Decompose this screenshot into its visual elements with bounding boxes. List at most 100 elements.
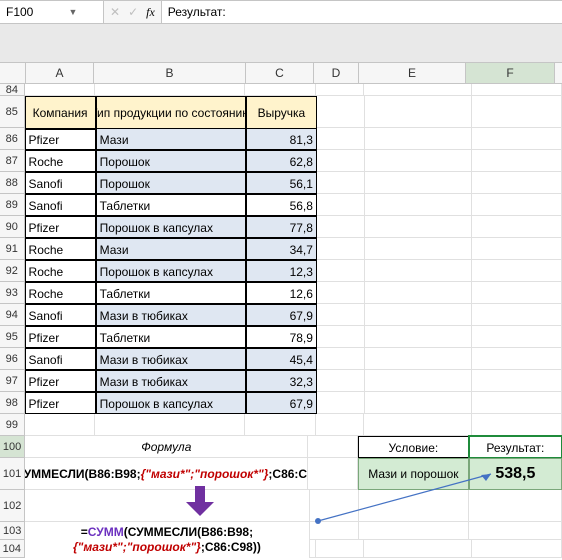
name-box-dropdown-icon[interactable]: ▼	[68, 7, 78, 17]
cell-company[interactable]: Sanofi	[25, 172, 96, 194]
cell-company[interactable]: Sanofi	[25, 304, 96, 326]
table-row: 93RocheТаблетки12,6	[0, 282, 562, 304]
col-header-C[interactable]: C	[246, 63, 314, 83]
col-header-F[interactable]: F	[466, 63, 555, 83]
ribbon-strip	[0, 24, 562, 63]
row-header[interactable]: 86	[0, 128, 25, 150]
row-header[interactable]: 85	[0, 96, 25, 128]
cell-company[interactable]: Roche	[25, 238, 96, 260]
row-header[interactable]: 101	[0, 458, 25, 490]
row-header[interactable]: 94	[0, 304, 25, 326]
trace-arrow-icon	[313, 466, 498, 526]
fx-icon[interactable]: fx	[146, 5, 155, 20]
cell-company[interactable]: Pfizer	[25, 128, 96, 150]
row-header[interactable]: 104	[0, 540, 25, 558]
row-header[interactable]: 98	[0, 392, 25, 414]
cell-type[interactable]: Мази	[96, 128, 246, 150]
cell-company[interactable]: Sanofi	[25, 194, 96, 216]
row-header[interactable]: 96	[0, 348, 25, 370]
cell-type[interactable]: Мази	[96, 238, 246, 260]
row-header[interactable]: 95	[0, 326, 25, 348]
cell-company[interactable]: Pfizer	[25, 216, 96, 238]
formula-heading: Формула	[25, 436, 308, 458]
condition-label: Условие:	[358, 436, 469, 458]
table-row: 89SanofiТаблетки56,8	[0, 194, 562, 216]
table-row: 86PfizerМази81,3	[0, 128, 562, 150]
row-header[interactable]: 99	[0, 414, 25, 436]
row-header[interactable]: 91	[0, 238, 25, 260]
row-header[interactable]: 89	[0, 194, 25, 216]
col-header-E[interactable]: E	[359, 63, 466, 83]
col-header-A[interactable]: A	[26, 63, 94, 83]
result-label: Результат:	[469, 436, 562, 458]
cell-type[interactable]: Мази в тюбиках	[96, 348, 246, 370]
table-header-revenue: Выручка	[246, 96, 317, 130]
cell-type[interactable]: Порошок	[96, 150, 246, 172]
arrow-down-icon	[186, 486, 214, 516]
table-header-product-type: Тип продукции по состоянию	[96, 96, 246, 130]
cell-type[interactable]: Мази в тюбиках	[96, 370, 246, 392]
row-header[interactable]: 84	[0, 84, 25, 96]
formula-1: =СУММЕСЛИ(B86:B98;{"мази*";"порошок*"};C…	[25, 458, 308, 490]
row-header[interactable]: 97	[0, 370, 25, 392]
row-header[interactable]: 103	[0, 522, 25, 540]
table-row: 90PfizerПорошок в капсулах77,8	[0, 216, 562, 238]
row-header[interactable]: 88	[0, 172, 25, 194]
cell-type[interactable]: Таблетки	[96, 326, 246, 348]
cell-revenue[interactable]: 77,8	[246, 216, 317, 238]
row-header[interactable]: 102	[0, 490, 25, 522]
cell-revenue[interactable]: 45,4	[246, 348, 317, 370]
table-row: 98PfizerПорошок в капсулах67,9	[0, 392, 562, 414]
cell-type[interactable]: Порошок в капсулах	[96, 392, 246, 414]
cell-company[interactable]: Pfizer	[25, 326, 96, 348]
cell-revenue[interactable]: 81,3	[246, 128, 317, 150]
select-all-corner[interactable]	[0, 63, 26, 83]
table-row: 94SanofiМази в тюбиках67,9	[0, 304, 562, 326]
cell-revenue[interactable]: 62,8	[246, 150, 317, 172]
cell-revenue[interactable]: 78,9	[246, 326, 317, 348]
cell-revenue[interactable]: 56,1	[246, 172, 317, 194]
formula-bar-text[interactable]: Результат:	[162, 1, 562, 23]
spreadsheet-grid: A B C D E F 84 85 Компания Тип продукции…	[0, 63, 562, 558]
grid-body[interactable]: 84 85 Компания Тип продукции по состояни…	[0, 84, 562, 558]
cell-revenue[interactable]: 67,9	[246, 304, 317, 326]
cell-revenue[interactable]: 12,3	[246, 260, 317, 282]
cell-company[interactable]: Sanofi	[25, 348, 96, 370]
grid-row: 100 Формула Условие: Результат:	[0, 436, 562, 458]
cell-type[interactable]: Таблетки	[96, 282, 246, 304]
table-header-company: Компания	[25, 96, 96, 130]
cell-revenue[interactable]: 34,7	[246, 238, 317, 260]
row-header[interactable]: 90	[0, 216, 25, 238]
formula-2: =СУММ(СУММЕСЛИ(B86:B98;{"мази*";"порошок…	[25, 522, 309, 558]
cell-revenue[interactable]: 12,6	[246, 282, 317, 304]
cell-type[interactable]: Порошок	[96, 172, 246, 194]
cell-revenue[interactable]: 56,8	[246, 194, 317, 216]
formula-bar-buttons: ✕ ✓ fx	[104, 1, 162, 23]
grid-row: 85 Компания Тип продукции по состоянию В…	[0, 96, 562, 128]
cell-revenue[interactable]: 67,9	[246, 392, 317, 414]
table-row: 96SanofiМази в тюбиках45,4	[0, 348, 562, 370]
table-row: 97PfizerМази в тюбиках32,3	[0, 370, 562, 392]
cell-revenue[interactable]: 32,3	[246, 370, 317, 392]
row-header[interactable]: 87	[0, 150, 25, 172]
formula-bar: ▼ ✕ ✓ fx Результат:	[0, 1, 562, 24]
cell-company[interactable]: Pfizer	[25, 392, 96, 414]
cell-company[interactable]: Roche	[25, 150, 96, 172]
col-header-D[interactable]: D	[314, 63, 359, 83]
cell-type[interactable]: Мази в тюбиках	[96, 304, 246, 326]
cell-type[interactable]: Порошок в капсулах	[96, 260, 246, 282]
col-header-B[interactable]: B	[94, 63, 246, 83]
cell-type[interactable]: Таблетки	[96, 194, 246, 216]
cell-company[interactable]: Pfizer	[25, 370, 96, 392]
cell-company[interactable]: Roche	[25, 260, 96, 282]
cell-type[interactable]: Порошок в капсулах	[96, 216, 246, 238]
enter-icon: ✓	[128, 5, 138, 19]
name-box[interactable]: ▼	[0, 1, 104, 23]
row-header[interactable]: 92	[0, 260, 25, 282]
row-header[interactable]: 100	[0, 436, 25, 458]
cell-company[interactable]: Roche	[25, 282, 96, 304]
table-row: 87RocheПорошок62,8	[0, 150, 562, 172]
row-header[interactable]: 93	[0, 282, 25, 304]
table-row: 92RocheПорошок в капсулах12,3	[0, 260, 562, 282]
name-box-input[interactable]	[4, 4, 68, 20]
